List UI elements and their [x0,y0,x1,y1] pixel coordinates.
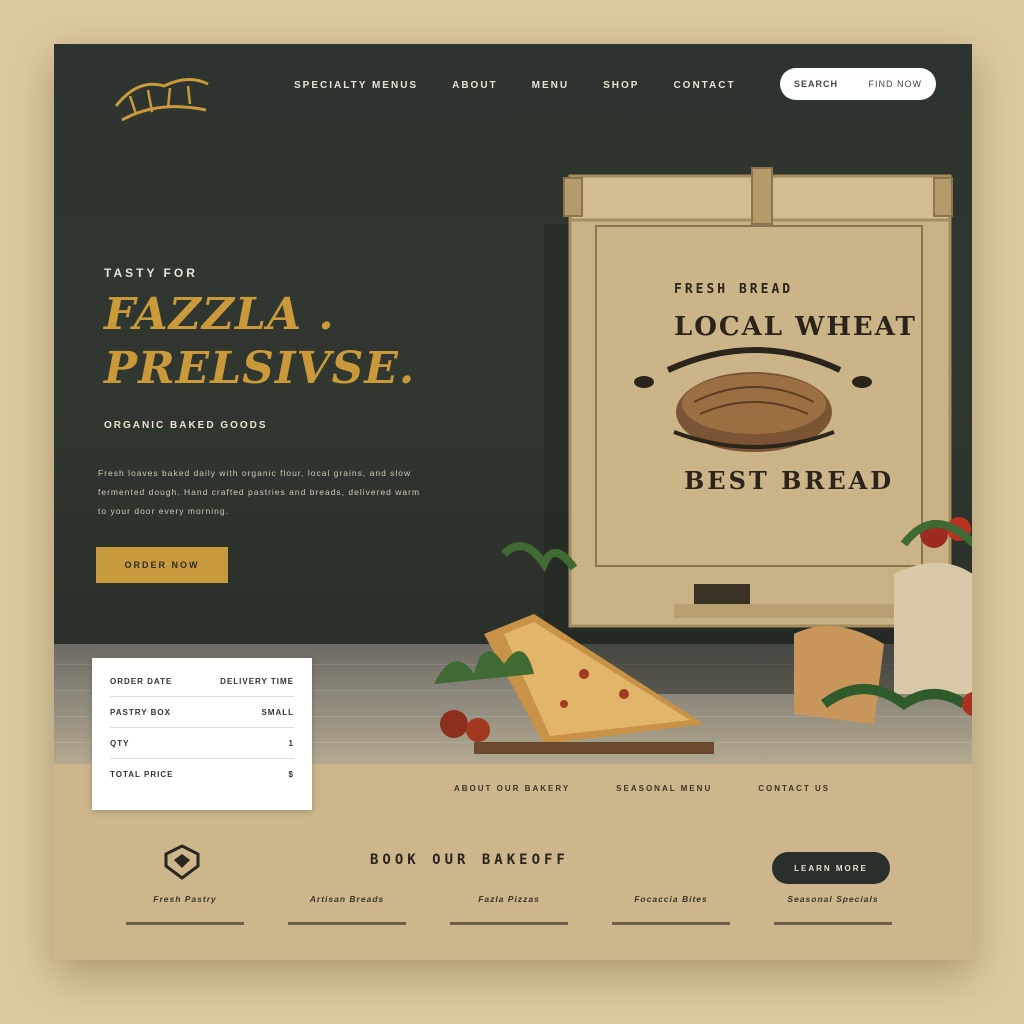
order-row[interactable]: QTY 1 [110,732,294,754]
section-link[interactable]: ABOUT OUR BAKERY [454,784,570,793]
hero-kicker: TASTY FOR [104,266,198,280]
box-label-bottom: BEST BREAD [684,466,895,495]
headline-line-2: PRELSIVSE. [104,343,416,394]
category-underline [126,922,244,925]
category-underline [288,922,406,925]
nav-item-shop[interactable]: SHOP [603,80,639,91]
total-label: TOTAL PRICE [110,769,174,779]
nav-item-menu[interactable]: MENU [532,80,569,91]
item-label: PASTRY BOX [110,707,171,717]
category-item[interactable]: Focaccia Bites [612,894,730,925]
order-now-button[interactable]: ORDER NOW [96,547,228,583]
category-underline [774,922,892,925]
category-item[interactable]: Fazla Pizzas [450,894,568,925]
section-links: ABOUT OUR BAKERY SEASONAL MENU CONTACT U… [454,784,830,793]
main-nav: SPECIALTY MENUS ABOUT MENU SHOP CONTACT [294,80,736,91]
category-label: Focaccia Bites [634,894,708,904]
category-label: Seasonal Specials [787,894,879,904]
learn-more-button[interactable]: LEARN MORE [772,852,890,884]
category-item[interactable]: Artisan Breads [288,894,406,925]
order-row[interactable]: ORDER DATE DELIVERY TIME [110,670,294,692]
hero-headline: FAZZLA . PRELSIVSE. [104,288,415,396]
nav-item-contact[interactable]: CONTACT [673,80,735,91]
card-divider [110,696,294,697]
qty-label: QTY [110,738,130,748]
box-label-top: FRESH BREAD [674,282,794,297]
card-divider [110,758,294,759]
order-date-label: ORDER DATE [110,676,173,686]
page-frame: SPECIALTY MENUS ABOUT MENU SHOP CONTACT … [54,44,972,960]
headline-line-1: FAZZLA . [104,289,335,340]
search-placeholder: SEARCH [794,79,839,89]
logo-mark-icon [114,78,209,122]
category-label: Fresh Pastry [153,894,217,904]
category-underline [450,922,568,925]
category-underline [612,922,730,925]
category-item[interactable]: Fresh Pastry [126,894,244,925]
delivery-time-label: DELIVERY TIME [220,676,294,686]
qty-value: 1 [288,738,294,748]
brand-logo[interactable] [108,66,218,136]
bakery-badge-icon [164,844,200,880]
order-card: ORDER DATE DELIVERY TIME PASTRY BOX SMAL… [92,658,312,810]
category-item[interactable]: Seasonal Specials [774,894,892,925]
card-divider [110,727,294,728]
section-link[interactable]: SEASONAL MENU [616,784,712,793]
category-label: Artisan Breads [309,894,385,904]
section-title: BOOK OUR BAKEOFF [370,852,569,868]
nav-item-specialty[interactable]: SPECIALTY MENUS [294,80,418,91]
category-label: Fazla Pizzas [478,894,540,904]
nav-item-about[interactable]: ABOUT [452,80,498,91]
hero-subtitle: ORGANIC BAKED GOODS [104,420,268,431]
search-hint: FIND NOW [868,79,922,89]
order-row[interactable]: PASTRY BOX SMALL [110,701,294,723]
search-input[interactable]: SEARCH FIND NOW [780,68,936,100]
category-columns: Fresh Pastry Artisan Breads Fazla Pizzas… [126,894,892,925]
box-label-mid: LOCAL WHEAT [674,312,917,342]
order-row[interactable]: TOTAL PRICE $ [110,763,294,785]
section-link[interactable]: CONTACT US [758,784,830,793]
total-value: $ [288,769,294,779]
bakery-box-illustration: FRESH BREAD LOCAL WHEAT BEST BREAD [374,164,972,764]
item-size: SMALL [261,707,294,717]
